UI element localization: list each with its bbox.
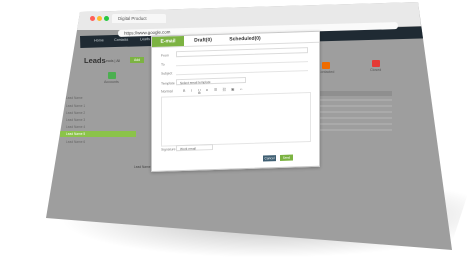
contacted-kpi-icon	[322, 62, 330, 69]
subject-field[interactable]	[176, 65, 308, 76]
cancel-button[interactable]: Cancel	[263, 155, 276, 162]
italic-icon[interactable]: I	[191, 89, 192, 93]
sidebar-item-active[interactable]: Lead Name 5	[60, 131, 136, 137]
nav-item-leads[interactable]: Leads	[140, 37, 150, 41]
closed-kpi-icon	[372, 60, 380, 67]
link-icon[interactable]: ⛓	[222, 88, 227, 92]
to-label: To	[161, 62, 165, 67]
tab-scheduled[interactable]: Scheduled(0)	[222, 33, 268, 44]
browser-tab[interactable]: Digital Product	[112, 14, 166, 23]
lead-sidebar: Lead Name Lead Name 1 Lead Name 2 Lead N…	[60, 95, 138, 175]
email-modal: E-mail Draft(0) Scheduled(0) From To Sub…	[151, 30, 320, 172]
sidebar-header: Lead Name	[66, 96, 83, 100]
nav-item-contacts[interactable]: Contacts	[114, 38, 128, 42]
minimize-dot-icon[interactable]	[97, 16, 102, 21]
kpi-accounts-label: Accounts	[104, 80, 119, 84]
kpi-closed-label: Closed	[370, 68, 382, 72]
tab-email[interactable]: E-mail	[152, 35, 184, 47]
kpi-contacted-label: Contacted	[318, 70, 335, 74]
browser-chrome: Digital Product	[76, 2, 421, 30]
tab-draft[interactable]: Draft(0)	[186, 35, 220, 46]
sidebar-item[interactable]: Lead Name 1	[60, 103, 136, 109]
image-icon[interactable]: ▣	[231, 87, 234, 91]
page-title: Leads	[84, 56, 106, 65]
modal-tabs: E-mail Draft(0) Scheduled(0)	[152, 31, 319, 48]
signature-select[interactable]: Work email	[176, 144, 213, 152]
email-body-editor[interactable]	[161, 91, 311, 147]
close-dot-icon[interactable]	[90, 16, 95, 21]
add-lead-button[interactable]: Add	[130, 57, 144, 63]
template-label: Template	[161, 81, 175, 86]
sidebar-item[interactable]: Lead Name 2	[60, 110, 136, 116]
maximize-dot-icon[interactable]	[104, 16, 109, 21]
sidebar-item[interactable]: Lead Name 4	[60, 124, 136, 130]
bold-icon[interactable]: B	[183, 89, 185, 93]
accounts-kpi-icon	[108, 72, 116, 79]
align-icon[interactable]: ≡	[206, 88, 208, 92]
sidebar-item[interactable]: Lead Name 6	[60, 139, 136, 145]
subject-label: Subject	[161, 71, 173, 76]
underline-icon[interactable]: U	[198, 88, 201, 92]
send-button[interactable]: Send	[280, 154, 293, 161]
list-icon[interactable]: ☰	[214, 88, 217, 92]
font-select[interactable]: Normal	[161, 89, 173, 93]
sidebar-item[interactable]: Lead Name 3	[60, 117, 136, 123]
signature-label: Signature	[161, 147, 176, 152]
leads-filter[interactable]: Leads | All	[104, 59, 120, 63]
from-label: From	[161, 53, 169, 58]
nav-item-home[interactable]: Home	[94, 38, 104, 42]
code-icon[interactable]: ‹›	[240, 87, 242, 91]
template-select[interactable]: Select email template	[176, 77, 246, 86]
